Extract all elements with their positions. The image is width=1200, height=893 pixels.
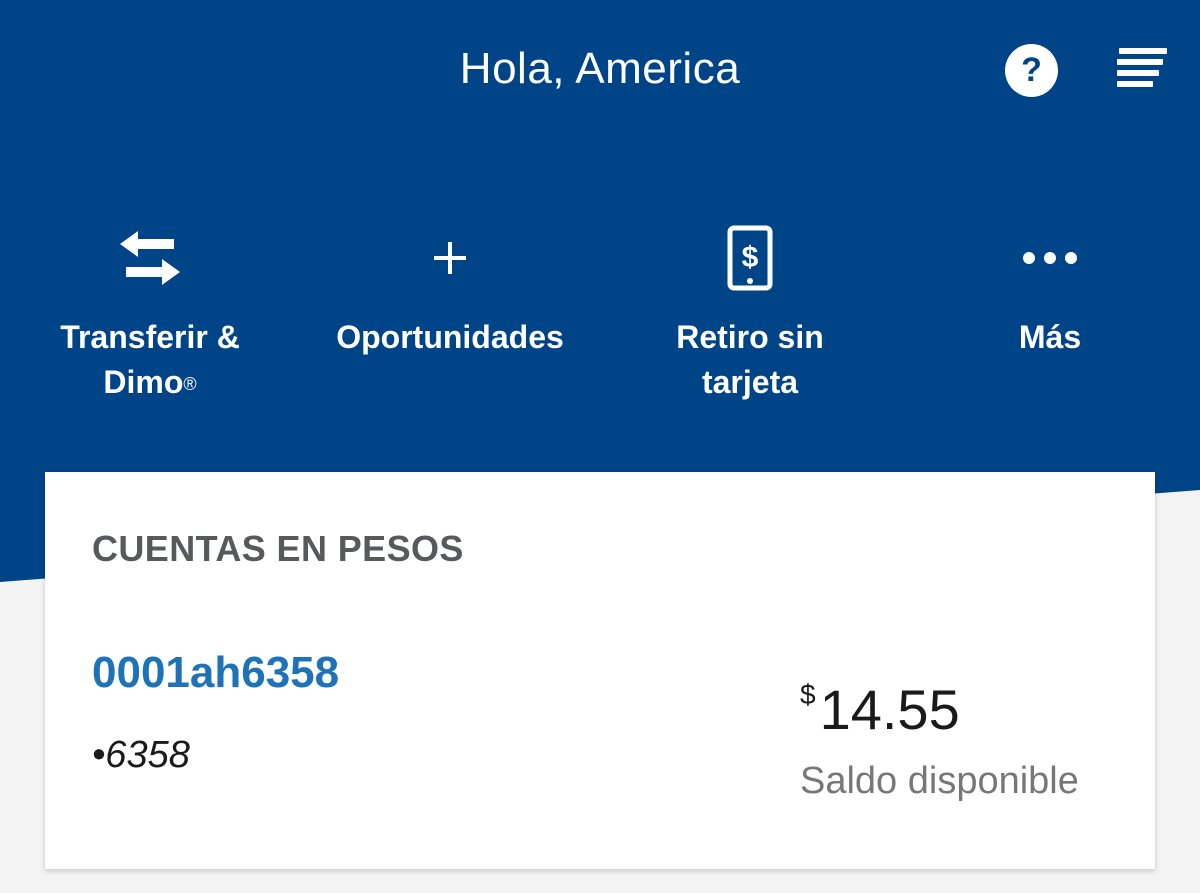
help-button[interactable]: ? bbox=[1005, 44, 1058, 97]
quick-actions: Transferir & Dimo® Oportunidades $ Retir… bbox=[0, 220, 1200, 420]
action-opportunities-label: Oportunidades bbox=[336, 319, 564, 355]
question-circle-icon: ? bbox=[1021, 51, 1042, 89]
action-cardless-withdrawal[interactable]: $ Retiro sin tarjeta bbox=[600, 220, 900, 410]
action-cardless-withdrawal-label: Retiro sin tarjeta bbox=[676, 319, 824, 400]
balance-amount: 14.55 bbox=[819, 678, 960, 741]
account-masked-number: •6358 bbox=[92, 734, 190, 776]
currency-symbol: $ bbox=[800, 679, 816, 710]
top-bar: Hola, America ? bbox=[0, 0, 1200, 140]
plus-icon bbox=[434, 241, 466, 274]
registered-mark: ® bbox=[183, 374, 197, 394]
account-name-link[interactable]: 0001ah6358 bbox=[92, 648, 339, 698]
action-transfer-label: Transferir & Dimo bbox=[60, 319, 240, 400]
hamburger-menu-icon bbox=[1117, 48, 1167, 87]
svg-text:$: $ bbox=[742, 241, 759, 274]
transfer-arrows-icon bbox=[120, 230, 180, 285]
action-transfer[interactable]: Transferir & Dimo® bbox=[0, 220, 300, 410]
action-more[interactable]: Más bbox=[900, 220, 1200, 410]
account-balance: $14.55 bbox=[800, 677, 960, 742]
action-opportunities[interactable]: Oportunidades bbox=[300, 220, 600, 410]
menu-button[interactable] bbox=[1115, 46, 1169, 90]
section-title: CUENTAS EN PESOS bbox=[92, 528, 464, 569]
phone-dollar-icon: $ bbox=[727, 225, 773, 290]
more-dots-icon bbox=[1023, 251, 1077, 264]
accounts-card: CUENTAS EN PESOS 0001ah6358 •6358 $14.55… bbox=[45, 472, 1155, 869]
balance-label: Saldo disponible bbox=[800, 760, 1079, 802]
action-more-label: Más bbox=[1018, 319, 1082, 355]
